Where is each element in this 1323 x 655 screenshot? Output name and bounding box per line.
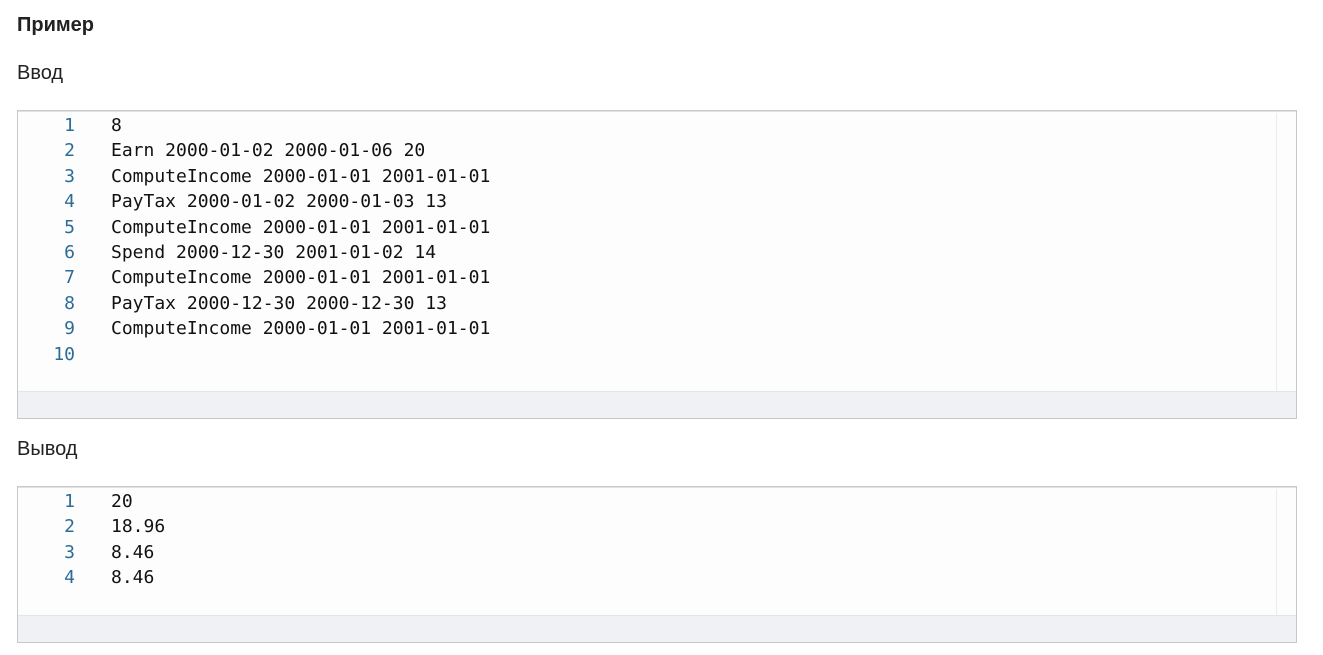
input-line: 3 ComputeIncome 2000-01-01 2001-01-01: [18, 164, 1276, 189]
input-line-text: Earn 2000-01-02 2000-01-06 20: [111, 140, 426, 162]
input-line-number: 7: [64, 267, 75, 289]
input-line-text: ComputeIncome 2000-01-01 2001-01-01: [111, 216, 491, 238]
input-line: 8 PayTax 2000-12-30 2000-12-30 13: [18, 291, 1276, 316]
input-line-number: 4: [64, 191, 75, 213]
output-line-number: 1: [64, 491, 75, 512]
output-line: 3 8.46: [18, 540, 1276, 565]
input-line: 6 Spend 2000-12-30 2001-01-02 14: [18, 240, 1276, 265]
input-line-number: 2: [64, 140, 75, 162]
input-code-area[interactable]: 1 8 2 Earn 2000-01-02 2000-01-06 20 3 Compute…: [18, 111, 1296, 392]
input-line-number: 1: [64, 115, 75, 136]
output-scrollbar[interactable]: [1276, 489, 1296, 616]
output-line: 2 18.96: [18, 514, 1276, 539]
input-line-text: PayTax 2000-12-30 2000-12-30 13: [111, 292, 447, 314]
input-line-number: 8: [64, 292, 75, 314]
output-line-number: 4: [64, 567, 75, 589]
output-line: 4 8.46: [18, 565, 1276, 590]
input-line: 9 ComputeIncome 2000-01-01 2001-01-01: [18, 316, 1276, 341]
input-line-text: [75, 342, 1276, 367]
output-line-text: 8.46: [111, 567, 155, 589]
input-line-text: ComputeIncome 2000-01-01 2001-01-01: [111, 267, 491, 289]
input-line: 4 PayTax 2000-01-02 2000-01-03 13: [18, 189, 1276, 214]
output-line: 1 20: [18, 489, 1276, 514]
output-label: Вывод: [17, 438, 78, 460]
output-code-editor[interactable]: 1 20 2 18.96 3 8.46 4 8.46: [17, 486, 1297, 643]
output-lines: 1 20 2 18.96 3 8.46 4 8.46: [18, 489, 1276, 591]
input-line: 2 Earn 2000-01-02 2000-01-06 20: [18, 138, 1276, 163]
input-editor-footer: [18, 391, 1296, 418]
input-line-number: 6: [64, 241, 75, 263]
example-title: Пример: [17, 14, 95, 36]
output-editor-footer: [18, 615, 1296, 642]
input-code-editor[interactable]: 1 8 2 Earn 2000-01-02 2000-01-06 20 3 Compute…: [17, 110, 1297, 419]
input-line-number: 3: [64, 165, 75, 187]
output-line-number: 3: [64, 541, 75, 563]
output-line-text: 20: [111, 491, 133, 512]
input-line-text: PayTax 2000-01-02 2000-01-03 13: [111, 191, 447, 213]
input-label: Ввод: [17, 62, 64, 84]
input-line-text: Spend 2000-12-30 2001-01-02 14: [111, 241, 437, 263]
input-lines: 1 8 2 Earn 2000-01-02 2000-01-06 20 3 Compute…: [18, 113, 1276, 367]
input-line-number: 10: [53, 343, 75, 365]
input-line-text: ComputeIncome 2000-01-01 2001-01-01: [111, 165, 491, 187]
input-line-number: 5: [64, 216, 75, 238]
input-line: 5 ComputeIncome 2000-01-01 2001-01-01: [18, 215, 1276, 240]
input-scrollbar[interactable]: [1276, 113, 1296, 392]
input-line-number: 9: [64, 318, 75, 340]
input-line: 10: [18, 342, 1276, 367]
input-line: 7 ComputeIncome 2000-01-01 2001-01-01: [18, 265, 1276, 290]
input-line: 18: [18, 113, 1276, 138]
output-line-text: 8.46: [111, 541, 155, 563]
output-line-number: 2: [64, 516, 75, 538]
output-code-area[interactable]: 1 20 2 18.96 3 8.46 4 8.46: [18, 487, 1296, 616]
input-line-text: ComputeIncome 2000-01-01 2001-01-01: [111, 318, 491, 340]
input-line-text: 8: [111, 115, 122, 136]
output-line-text: 18.96: [111, 516, 166, 538]
